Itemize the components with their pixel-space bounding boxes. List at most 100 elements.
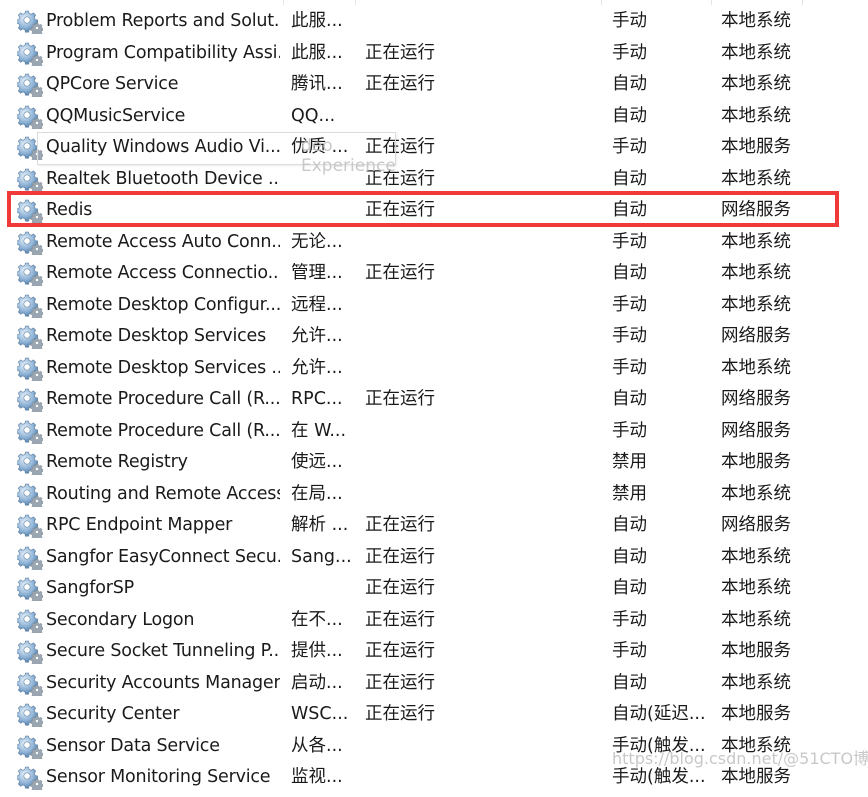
service-name: SangforSP xyxy=(46,578,134,598)
service-description: 在局... xyxy=(291,483,343,504)
service-row[interactable]: Program Compatibility Assi... 此服... 正在运行… xyxy=(0,37,868,69)
service-description: 在 W... xyxy=(291,420,347,441)
service-name: Realtek Bluetooth Device ... xyxy=(46,168,280,189)
service-row[interactable]: Remote Desktop Services ... 允许... 手动 本地系… xyxy=(0,352,868,384)
service-row[interactable]: Realtek Bluetooth Device ... 正在运行 自动 本地系… xyxy=(0,163,868,195)
service-startup-type: 自动 xyxy=(612,578,647,598)
service-startup-type: 自动 xyxy=(612,74,647,94)
services-list: Problem Reports and Solut... 此服... 手动 本地… xyxy=(0,5,868,793)
service-name: Secure Socket Tunneling P... xyxy=(46,641,280,661)
service-status: 正在运行 xyxy=(365,389,435,409)
service-row[interactable]: RPC Endpoint Mapper 解析 ... 正在运行 自动 网络服务 xyxy=(0,509,868,541)
service-logon-as: 本地系统 xyxy=(721,672,791,693)
gear-service-icon xyxy=(16,420,44,446)
service-startup-type: 手动 xyxy=(612,11,647,31)
service-name: Routing and Remote Access xyxy=(46,483,280,504)
service-name: QPCore Service xyxy=(46,74,179,94)
service-row[interactable]: Secure Socket Tunneling P... 提供... 正在运行 … xyxy=(0,635,868,667)
service-logon-as: 本地系统 xyxy=(721,546,791,567)
service-logon-as: 本地系统 xyxy=(721,483,791,504)
service-description: 使远... xyxy=(291,452,343,472)
service-row[interactable]: SangforSP 正在运行 自动 本地系统 xyxy=(0,572,868,604)
service-description: 允许... xyxy=(291,357,343,378)
service-name: Remote Desktop Services xyxy=(46,326,267,346)
service-logon-as: 本地系统 xyxy=(721,294,791,315)
service-description: 启动... xyxy=(291,672,343,693)
gear-service-icon xyxy=(16,735,44,761)
service-startup-type: 手动 xyxy=(612,641,647,661)
service-row[interactable]: Remote Access Connectio... 管理... 正在运行 自动… xyxy=(0,257,868,289)
gear-service-icon xyxy=(16,199,44,225)
gear-service-icon xyxy=(16,136,44,162)
gear-service-icon xyxy=(16,388,44,414)
gear-service-icon xyxy=(16,672,44,698)
service-startup-type: 自动 xyxy=(612,546,647,567)
service-status: 正在运行 xyxy=(365,546,435,567)
service-name: QQMusicService xyxy=(46,105,186,126)
service-row[interactable]: Remote Registry 使远... 禁用 本地服务 xyxy=(0,446,868,478)
service-description: 允许... xyxy=(291,326,343,346)
service-status: 正在运行 xyxy=(365,74,435,94)
service-name: Remote Registry xyxy=(46,452,188,472)
gear-service-icon xyxy=(16,105,44,131)
gear-service-icon xyxy=(16,357,44,383)
service-startup-type: 自动 xyxy=(612,105,647,126)
service-row[interactable]: Remote Desktop Services 允许... 手动 网络服务 xyxy=(0,320,868,352)
service-logon-as: 本地系统 xyxy=(721,263,791,283)
gear-service-icon xyxy=(16,231,44,257)
service-description: 在不... xyxy=(291,609,343,630)
service-row[interactable]: Remote Procedure Call (R... RPC... 正在运行 … xyxy=(0,383,868,415)
service-name: Sensor Data Service xyxy=(46,735,220,756)
gear-service-icon xyxy=(16,546,44,572)
service-status: 正在运行 xyxy=(365,263,435,283)
service-row[interactable]: Security Accounts Manager 启动... 正在运行 自动 … xyxy=(0,667,868,699)
service-logon-as: 本地系统 xyxy=(721,357,791,378)
gear-service-icon xyxy=(16,640,44,666)
service-description: WSC... xyxy=(291,704,349,724)
service-name: Redis xyxy=(46,200,93,220)
service-startup-type: 手动 xyxy=(612,420,647,441)
service-status: 正在运行 xyxy=(365,578,435,598)
gear-service-icon xyxy=(16,262,44,288)
service-startup-type: 自动 xyxy=(612,168,647,189)
service-logon-as: 本地系统 xyxy=(721,609,791,630)
service-description: Sang... xyxy=(291,546,352,567)
gear-service-icon xyxy=(16,609,44,635)
service-status: 正在运行 xyxy=(365,641,435,661)
service-row[interactable]: QPCore Service 腾讯... 正在运行 自动 本地系统 xyxy=(0,68,868,100)
service-row[interactable]: QQMusicService QQ... 自动 本地系统 xyxy=(0,100,868,132)
service-startup-type: 自动 xyxy=(612,200,647,220)
service-row[interactable]: Remote Procedure Call (R... 在 W... 手动 网络… xyxy=(0,415,868,447)
service-row[interactable]: Sangfor EasyConnect Secu... Sang... 正在运行… xyxy=(0,541,868,573)
service-row[interactable]: Security Center WSC... 正在运行 自动(延迟... 本地服… xyxy=(0,698,868,730)
service-description: 优质 ... xyxy=(291,137,349,157)
service-row-redis[interactable]: Redis 正在运行 自动 网络服务 xyxy=(0,194,868,226)
service-row[interactable]: Problem Reports and Solut... 此服... 手动 本地… xyxy=(0,5,868,37)
service-name: Sangfor EasyConnect Secu... xyxy=(46,546,280,567)
service-status: 正在运行 xyxy=(365,609,435,630)
service-name: Sensor Monitoring Service xyxy=(46,767,271,787)
service-row[interactable]: Routing and Remote Access 在局... 禁用 本地系统 xyxy=(0,478,868,510)
service-name: Security Accounts Manager xyxy=(46,672,280,693)
service-name: Quality Windows Audio Vi... xyxy=(46,137,280,157)
service-description: 腾讯... xyxy=(291,74,343,94)
service-row[interactable]: Remote Desktop Configur... 远程... 手动 本地系统 xyxy=(0,289,868,321)
service-startup-type: 自动(延迟... xyxy=(612,704,706,724)
service-logon-as: 本地系统 xyxy=(721,11,791,31)
service-status: 正在运行 xyxy=(365,515,435,535)
service-description: 此服... xyxy=(291,42,343,63)
service-startup-type: 手动 xyxy=(612,357,647,378)
service-logon-as: 本地服务 xyxy=(721,704,791,724)
watermark: https://blog.csdn.net/@51CTO博客 xyxy=(612,749,868,768)
service-row[interactable]: Secondary Logon 在不... 正在运行 手动 本地系统 xyxy=(0,604,868,636)
service-description: RPC... xyxy=(291,389,343,409)
service-row[interactable]: Quality Windows Audio Vi... 优质 ... 正在运行 … xyxy=(0,131,868,163)
service-name: Problem Reports and Solut... xyxy=(46,11,280,31)
service-row[interactable]: Remote Access Auto Conn... 无论... 手动 本地系统 xyxy=(0,226,868,258)
service-description: 管理... xyxy=(291,263,343,283)
service-name: Remote Procedure Call (R... xyxy=(46,389,280,409)
service-startup-type: 手动 xyxy=(612,137,647,157)
gear-service-icon xyxy=(16,483,44,509)
service-name: RPC Endpoint Mapper xyxy=(46,515,233,535)
service-logon-as: 网络服务 xyxy=(721,389,791,409)
